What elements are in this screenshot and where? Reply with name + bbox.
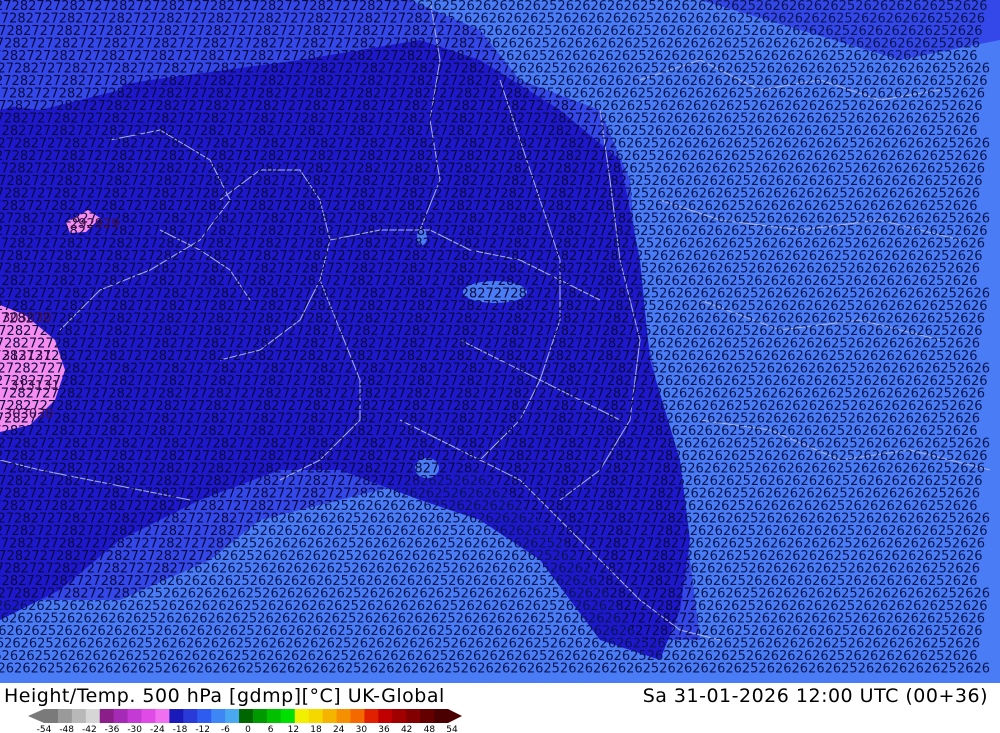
colorbar-swatch — [336, 709, 351, 723]
colorbar-tick-label: -42 — [82, 725, 97, 733]
valid-time: Sa 31-01-2026 12:00 UTC (00+36) — [642, 685, 988, 707]
colorbar-swatch — [239, 709, 254, 723]
colorbar-tick-label: 6 — [268, 725, 274, 733]
colorbar-tick-label: -54 — [37, 725, 52, 733]
colorbar-swatch — [420, 709, 435, 723]
colorbar-swatch — [127, 709, 143, 723]
colorbar-swatch — [44, 709, 59, 723]
colorbar: -54 -48 -42 -36 -30 -24 -18 -12 -6 0 6 12 18 24 30 36 42… — [28, 709, 462, 733]
colorbar-tick-label: -12 — [195, 725, 210, 733]
colorbar-swatch — [322, 709, 338, 723]
contour-label: 313131 — [2, 349, 52, 364]
colorbar-swatch — [141, 709, 156, 723]
colorbar-swatch — [392, 709, 407, 723]
colorbar-swatch — [434, 709, 449, 723]
colorbar-swatch — [71, 709, 87, 723]
colorbar-swatch — [252, 709, 268, 723]
map-screen: 2626262526262626262526262626262526262626… — [0, 0, 1000, 733]
footer: Height/Temp. 500 hPa [gdmp][°C] UK-Globa… — [0, 683, 1000, 733]
contour-label: 292929 — [70, 217, 120, 232]
colorbar-swatch — [57, 709, 73, 723]
colorbar-tick-label: 48 — [424, 725, 436, 733]
colorbar-tick-label: -48 — [59, 725, 74, 733]
colorbar-swatch — [406, 709, 421, 723]
colorbar-swatch — [364, 709, 379, 723]
colorbar-tick-label: 24 — [333, 725, 345, 733]
colorbar-swatch — [197, 709, 212, 723]
colorbar-swatch — [280, 709, 296, 723]
colorbar-swatch — [155, 709, 170, 723]
colorbar-tick-label: 12 — [288, 725, 299, 733]
colorbar-tick-label: 30 — [356, 725, 368, 733]
contour-label: 303030 — [2, 311, 52, 326]
colorbar-tick-label: 42 — [401, 725, 412, 733]
colorbar-swatch — [99, 709, 115, 723]
colorbar-tick-label: -24 — [150, 725, 165, 733]
colorbar-tick-label: 36 — [378, 725, 390, 733]
colorbar-swatch — [350, 709, 365, 723]
contour-label: 303030 — [4, 407, 54, 422]
colorbar-swatch — [169, 709, 184, 723]
colorbar-swatch — [308, 709, 324, 723]
colorbar-tick-label: -36 — [105, 725, 120, 733]
colorbar-swatch — [294, 709, 310, 723]
colorbar-swatch — [85, 709, 101, 723]
colorbar-tick-label: 54 — [446, 725, 458, 733]
map-title: Height/Temp. 500 hPa [gdmp][°C] UK-Globa… — [4, 685, 445, 707]
colorbar-swatch — [225, 709, 240, 723]
contour-label: 313131 — [10, 379, 60, 394]
colorbar-arrow-left — [28, 709, 44, 723]
colorbar-arrow-right — [448, 709, 462, 723]
contour-label-row: 2626262526262626262526262626262526262626… — [0, 662, 990, 677]
colorbar-tick-label: 0 — [245, 725, 251, 733]
colorbar-swatch — [266, 709, 282, 723]
colorbar-tick-label: -30 — [127, 725, 142, 733]
colorbar-swatch — [113, 709, 129, 723]
colorbar-tick-label: -18 — [173, 725, 188, 733]
temperature-map: 2626262526262626262526262626262526262626… — [0, 0, 1000, 683]
colorbar-tick-label: -6 — [221, 725, 230, 733]
colorbar-tick-label: 18 — [310, 725, 322, 733]
colorbar-swatch — [183, 709, 198, 723]
colorbar-swatch — [211, 709, 226, 723]
colorbar-swatch — [378, 709, 393, 723]
